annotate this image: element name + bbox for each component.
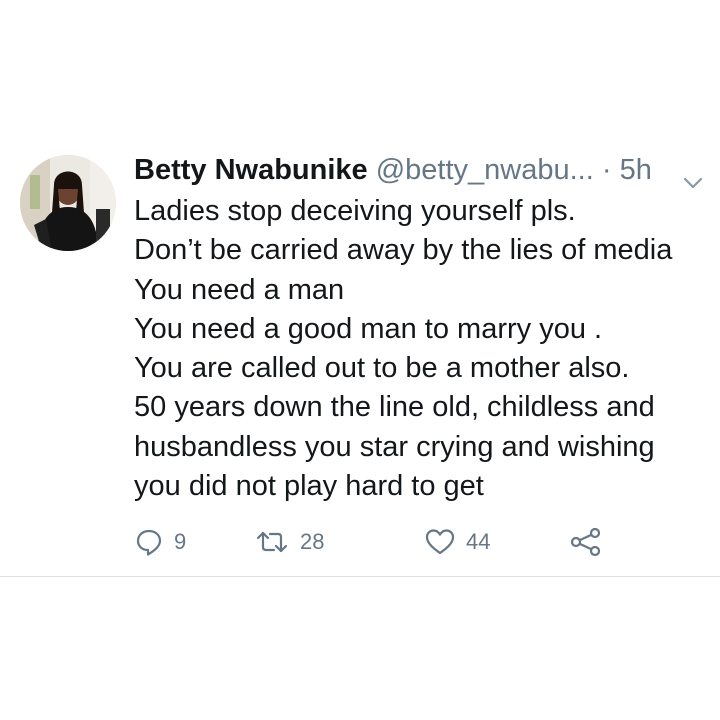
retweet-button[interactable]: 28 — [254, 522, 324, 562]
tweet-header: Betty Nwabunike @betty_nwabu... · 5h — [134, 150, 704, 190]
avatar[interactable] — [20, 155, 116, 251]
share-icon — [569, 527, 603, 557]
retweet-icon — [254, 527, 290, 557]
reply-button[interactable]: 9 — [134, 522, 186, 562]
chevron-down-icon[interactable] — [682, 162, 704, 189]
like-count: 44 — [466, 529, 491, 554]
action-bar: 9 28 44 — [134, 522, 614, 562]
timestamp[interactable]: 5h — [620, 154, 652, 186]
tweet-card[interactable]: Betty Nwabunike @betty_nwabu... · 5h Lad… — [0, 0, 720, 577]
author-handle[interactable]: @betty_nwabu... — [376, 154, 594, 186]
retweet-count: 28 — [300, 529, 325, 554]
reply-count: 9 — [174, 529, 187, 554]
avatar-photo — [20, 155, 116, 251]
tweet-text: Ladies stop deceiving yourself pls. Don’… — [134, 192, 710, 506]
separator-dot: · — [601, 154, 612, 186]
author-name[interactable]: Betty Nwabunike — [134, 154, 368, 186]
tweet-text-line: You need a good man to marry you . — [134, 312, 603, 345]
reply-bubble-icon — [134, 527, 164, 557]
tweet-text-line: Ladies stop deceiving yourself pls. — [134, 195, 576, 227]
tweet-text-line: 50 years down the line old, childless an… — [134, 391, 655, 424]
tweet-text-line: husbandless you star crying and wishing — [134, 430, 655, 463]
share-button[interactable] — [569, 522, 603, 562]
tweet-text-line: You are called out to be a mother also. — [134, 352, 630, 385]
tweet-text-line: you did not play hard to get — [134, 470, 484, 503]
tweet-text-line: You need a man — [134, 273, 345, 306]
heart-icon — [424, 527, 456, 557]
like-button[interactable]: 44 — [424, 522, 490, 562]
tweet-text-line: Don’t be carried away by the lies of med… — [134, 234, 673, 267]
